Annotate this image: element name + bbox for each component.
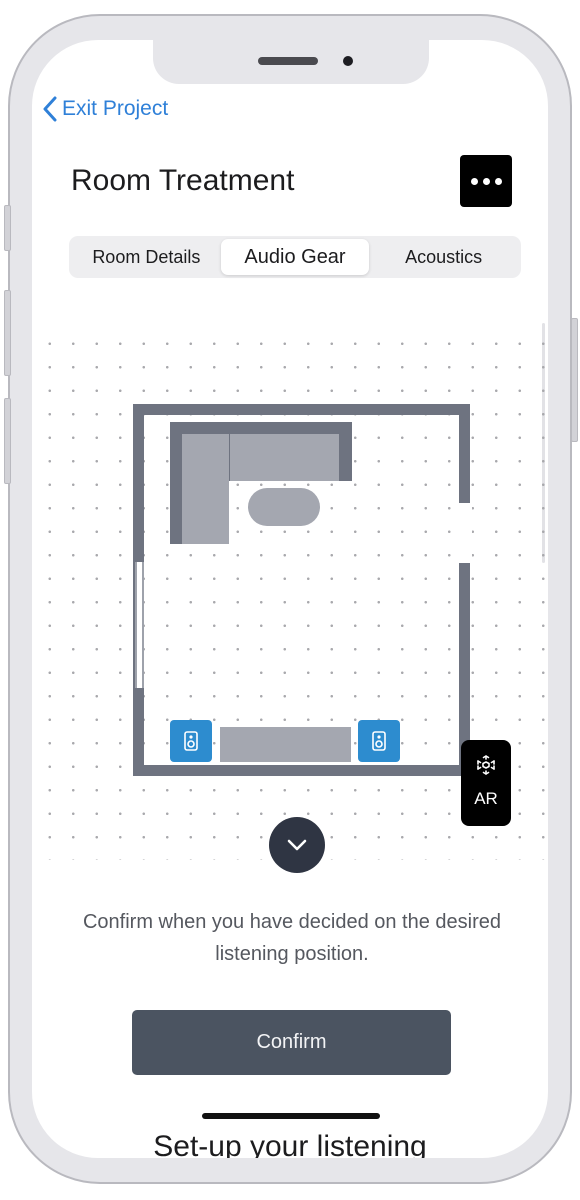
ar-view-button[interactable]: AR [461,740,511,826]
speaker-icon [184,731,198,751]
exit-project-link[interactable]: Exit Project [42,96,168,122]
ar-label: AR [474,789,498,808]
speaker-left[interactable] [170,720,212,762]
wall-top [133,404,470,415]
exit-project-label: Exit Project [62,97,169,120]
sofa-seat-top [230,434,339,481]
confirm-button[interactable]: Confirm [132,1010,451,1075]
window [135,562,144,688]
silent-switch [4,205,11,251]
phone-screen: Exit Project Room Treatment Room Details… [32,40,548,1158]
doorway [457,503,472,563]
sofa-seat-left [182,434,229,544]
tab-room-details[interactable]: Room Details [72,239,221,275]
coffee-table [248,488,320,526]
page-title: Room Treatment [71,164,295,197]
wall-right [459,404,470,776]
instruction-text: Confirm when you have decided on the des… [82,911,502,965]
speaker-right[interactable] [358,720,400,762]
tab-acoustics[interactable]: Acoustics [369,239,518,275]
chevron-down-icon [287,839,307,851]
notch [153,40,429,84]
earpiece [258,57,318,65]
more-horizontal-icon [470,177,478,185]
front-camera [343,56,353,66]
ar-cube-icon [477,755,495,775]
wall-bottom [133,765,470,776]
speaker-icon [372,731,386,751]
next-section-heading: Set-up your listening [153,1130,427,1158]
more-options-button[interactable] [460,155,512,207]
volume-down-button [4,398,11,484]
tv-console [220,727,351,762]
chevron-left-icon [43,96,57,122]
segmented-tabs: Room Details Audio Gear Acoustics [69,236,521,278]
expand-button[interactable] [269,817,325,873]
power-button [571,318,578,442]
home-indicator [202,1113,380,1119]
volume-up-button [4,290,11,376]
tab-audio-gear[interactable]: Audio Gear [220,239,370,275]
